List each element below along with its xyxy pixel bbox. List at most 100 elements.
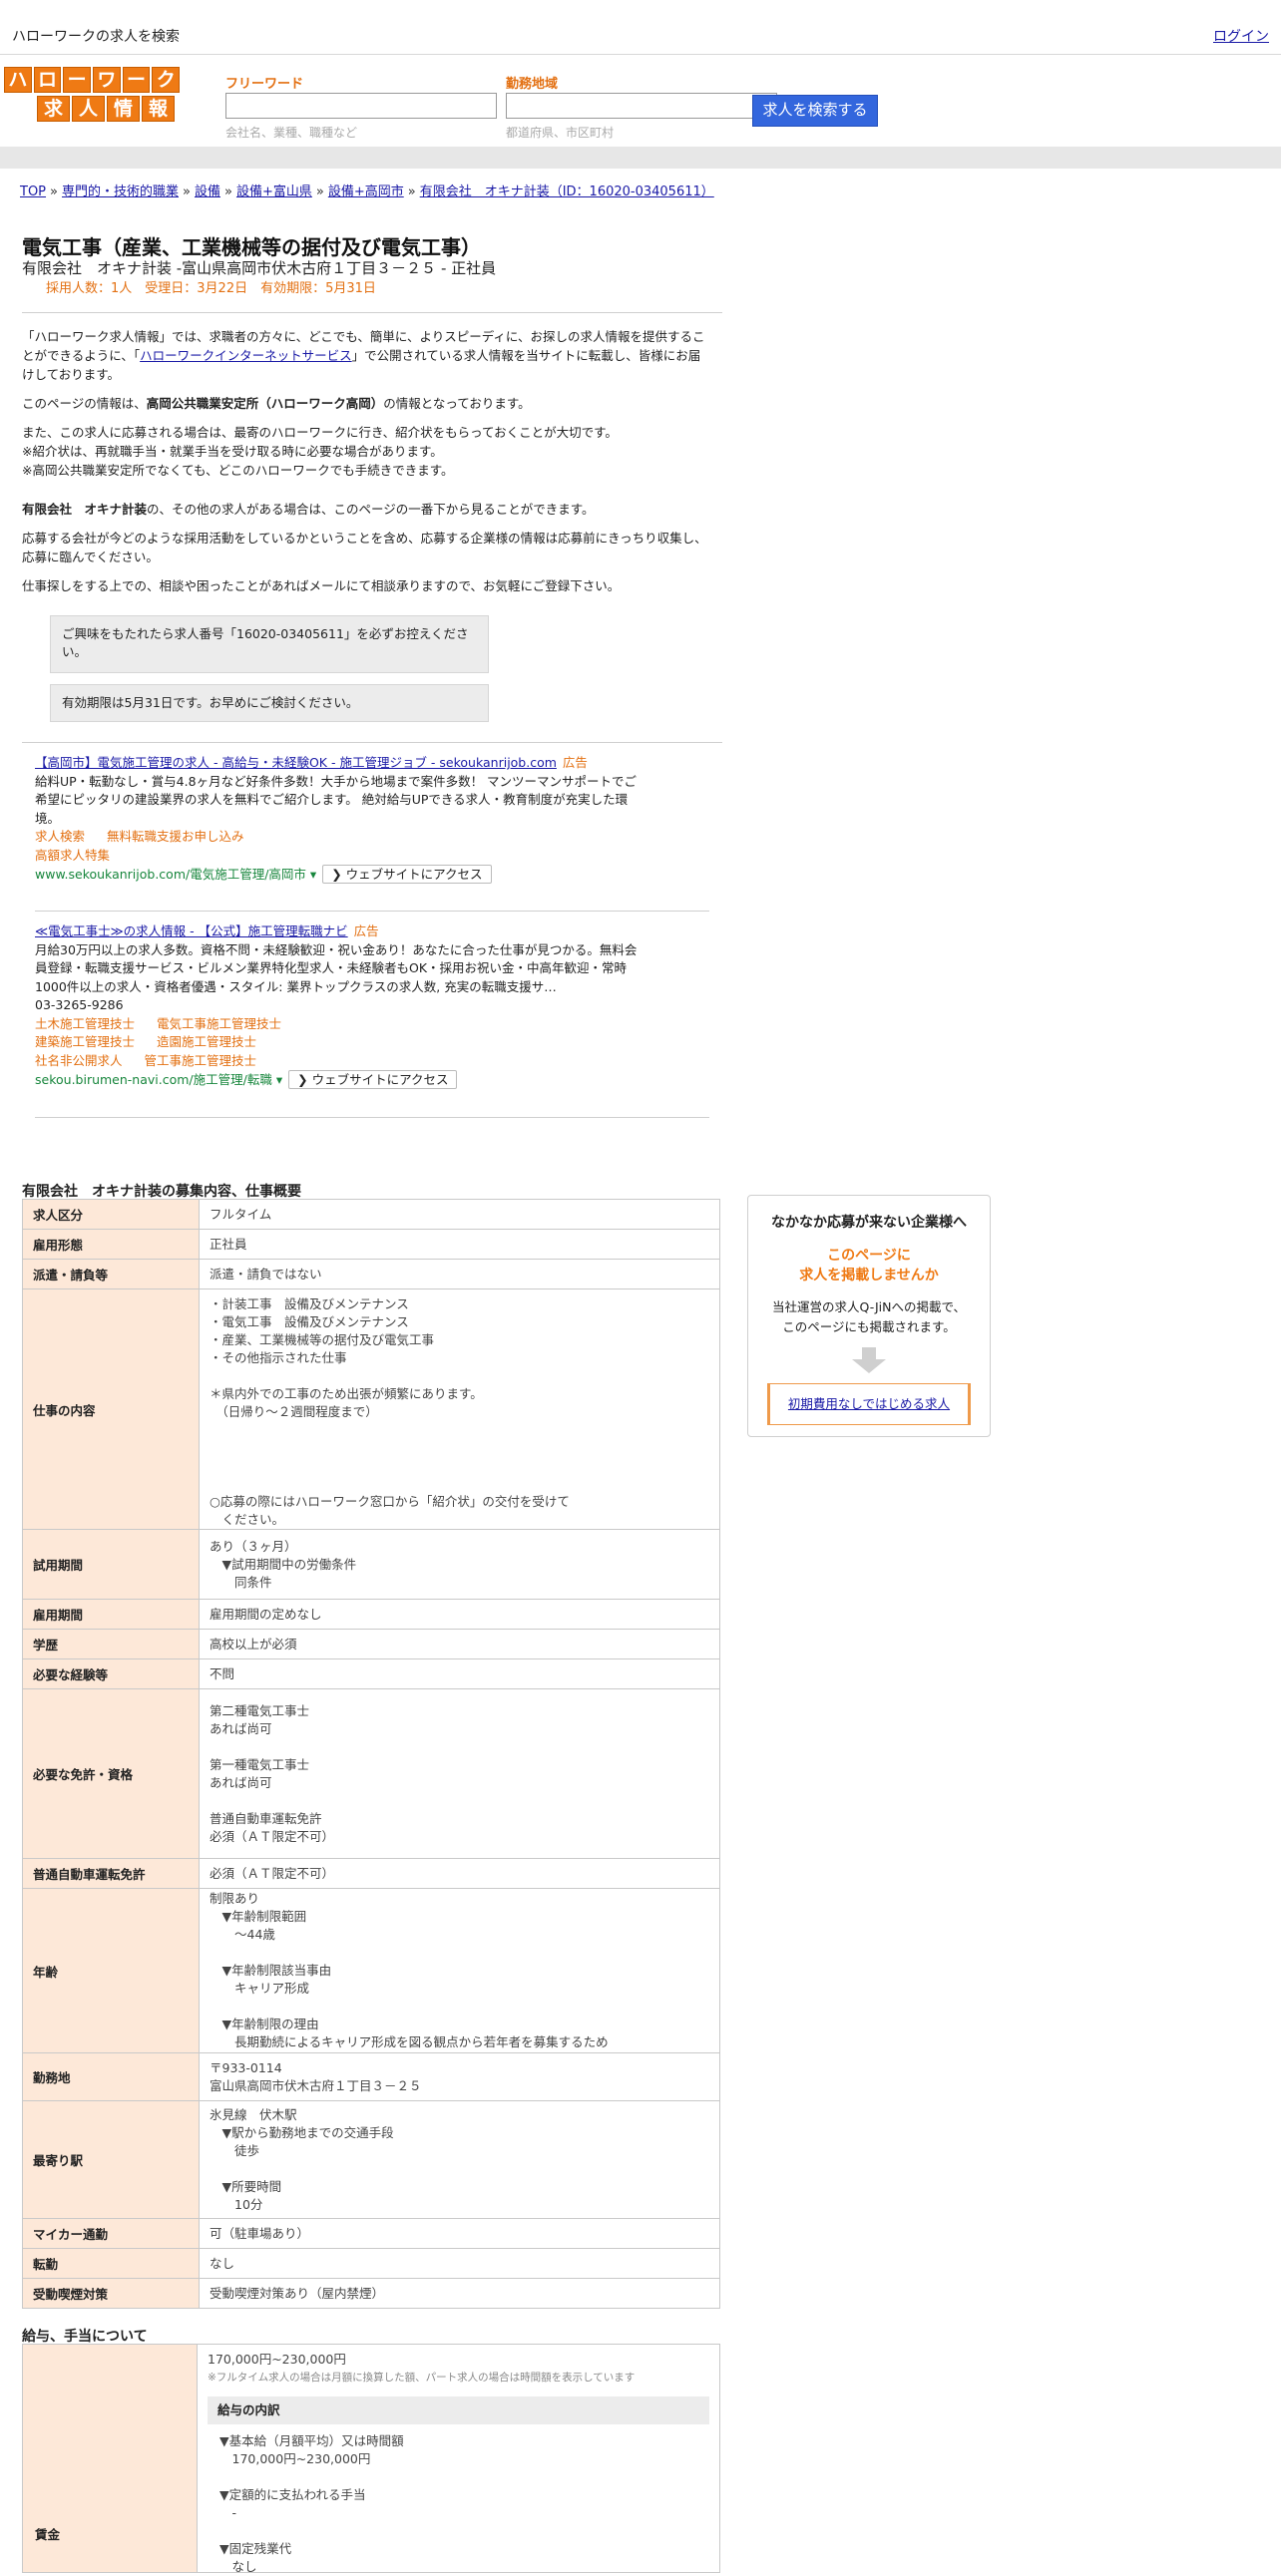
intro-text: 「ハローワーク求人情報」では、求職者の方々に、どこでも、簡単に、よりスピーディに…: [22, 329, 707, 593]
row-label: 普通自動車運転免許: [22, 1858, 200, 1889]
breadcrumb-link[interactable]: 専門的・技術的職業: [62, 184, 179, 199]
hellowork-logo[interactable]: ハローワーク 求人情報: [4, 67, 181, 125]
ad-sitelink[interactable]: 社名非公開求人: [35, 1052, 123, 1071]
ad-sitelink[interactable]: 電気工事施工管理技士: [157, 1015, 281, 1034]
table-row: 必要な免許・資格 第二種電気工事士 あれば尚可 第一種電気工事士 あれば尚可 普通…: [22, 1688, 720, 1859]
table-row: 雇用形態 正社員: [22, 1229, 720, 1260]
ad-visit-button[interactable]: ❯ ウェブサイトにアクセス: [288, 1070, 458, 1089]
table-row: 仕事の内容 ・計装工事 設備及びメンテナンス ・電気工事 設備及びメンテナンス ・…: [22, 1288, 720, 1530]
row-value: 不問: [199, 1658, 720, 1689]
job-detail-table: 求人区分 フルタイム 雇用形態 正社員 派遣・請負等 派遣・請負ではない 仕事の内容 ・計装工…: [22, 1199, 720, 2309]
ad-sitelink[interactable]: 造園施工管理技士: [157, 1033, 256, 1052]
row-label: 受動喫煙対策: [22, 2278, 200, 2309]
row-label: 年齢: [22, 1888, 200, 2053]
deadline-note: 有効期限は5月31日です。お早めにご検討ください。: [50, 684, 489, 722]
row-label: 仕事の内容: [22, 1288, 200, 1530]
row-label: 必要な経験等: [22, 1658, 200, 1689]
top-bar: ハローワークの求人を検索 ログイン: [0, 0, 1281, 55]
logo-char: ー: [63, 67, 92, 93]
salary-breakdown-title: 給与の内訳: [208, 2396, 709, 2424]
site-title: ハローワークの求人を検索: [12, 29, 180, 45]
section-title-salary: 給与、手当について: [22, 2329, 148, 2345]
job-title: 電気工事（産業、工業機械等の据付及び電気工事）: [22, 235, 481, 259]
job-number-note: ご興味をもたれたら求人番号「16020-03405611」を必ずお控えください。: [50, 615, 489, 673]
breadcrumb: TOP» 専門的・技術的職業» 設備» 設備+富山県» 設備+高岡市» 有限会社 オキナ計…: [20, 181, 714, 199]
breadcrumb-separator: »: [183, 184, 191, 199]
dropdown-arrow-icon[interactable]: ▾: [306, 867, 316, 882]
row-label: 転勤: [22, 2248, 200, 2279]
logo-char: ワ: [93, 67, 121, 93]
breadcrumb-link[interactable]: TOP: [20, 184, 46, 199]
ad-sitelink[interactable]: 建築施工管理技士: [35, 1033, 135, 1052]
logo-char: ク: [152, 67, 181, 93]
hellowork-internet-service-link[interactable]: ハローワークインターネットサービス: [140, 348, 352, 363]
section-title-overview: 有限会社 オキナ計装の募集内容、仕事概要: [22, 1184, 301, 1200]
row-value: あり（３ヶ月） ▼試用期間中の労働条件 同条件: [199, 1529, 720, 1600]
arrow-down-icon: [852, 1347, 886, 1373]
free-start-button[interactable]: 初期費用なしではじめる求人: [767, 1383, 971, 1425]
logo-char: ハ: [4, 67, 32, 93]
row-value: フルタイム: [199, 1199, 720, 1230]
row-label: 学歴: [22, 1629, 200, 1659]
ad-url[interactable]: www.sekoukanrijob.com/電気施工管理/高岡市: [35, 867, 306, 882]
promo-catch: このページに 求人を掲載しませんか: [799, 1248, 939, 1284]
row-value: 雇用期間の定めなし: [199, 1599, 720, 1630]
table-row: 普通自動車運転免許 必須（ＡＴ限定不可）: [22, 1858, 720, 1889]
row-value: 〒933-0114 富山県高岡市伏木古府１丁目３－２５: [199, 2052, 720, 2101]
ad-sitelink[interactable]: 高額求人特集: [35, 847, 110, 866]
breadcrumb-link[interactable]: 有限会社 オキナ計装（ID：16020-03405611）: [420, 184, 714, 199]
breadcrumb-link[interactable]: 設備+高岡市: [328, 184, 404, 199]
freeword-label: フリーワード: [225, 77, 304, 92]
area-hint: 都道府県、市区町村: [506, 126, 615, 140]
divider: [35, 1117, 709, 1118]
breadcrumb-separator: »: [315, 184, 324, 199]
breadcrumb-link[interactable]: 設備: [195, 184, 220, 199]
search-button[interactable]: 求人を検索する: [752, 95, 878, 127]
table-row: 転勤 なし: [22, 2248, 720, 2279]
row-label: 求人区分: [22, 1199, 200, 1230]
ad-headline[interactable]: ≪電気工事士≫の求人情報 - 【公式】施工管理転職ナビ: [35, 923, 348, 938]
row-value: なし: [199, 2248, 720, 2279]
table-row: 最寄り駅 氷見線 伏木駅 ▼駅から勤務地までの交通手段 徒歩 ▼所要時間 10分: [22, 2100, 720, 2219]
freeword-input[interactable]: [225, 93, 497, 119]
ad-sitelink[interactable]: 求人検索: [35, 828, 85, 847]
table-row: 年齢 制限あり ▼年齢制限範囲 ～44歳 ▼年齢制限該当事由 キャリア形成 ▼年齢…: [22, 1888, 720, 2053]
logo-char: ー: [122, 67, 151, 93]
row-label: 雇用形態: [22, 1229, 200, 1260]
row-value: 正社員: [199, 1229, 720, 1260]
ad-phone[interactable]: 03-3265-9286: [35, 996, 643, 1015]
area-input[interactable]: [506, 93, 777, 119]
row-label: 勤務地: [22, 2052, 200, 2101]
company-line: 有限会社 オキナ計装 -富山県高岡市伏木古府１丁目３－２５ - 正社員: [22, 259, 497, 277]
row-value: 可（駐車場あり）: [199, 2218, 720, 2249]
ad-sitelink[interactable]: 土木施工管理技士: [35, 1015, 135, 1034]
freeword-hint: 会社名、業種、職種など: [225, 126, 358, 140]
table-row: 受動喫煙対策 受動喫煙対策あり（屋内禁煙）: [22, 2278, 720, 2309]
job-meta: 採用人数：1人 受理日：3月22日 有効期限：5月31日: [46, 281, 376, 296]
divider: [35, 911, 709, 912]
search-header: ハローワーク 求人情報 フリーワード 会社名、業種、職種など 勤務地域 都道府県…: [0, 55, 1281, 145]
row-label: マイカー通勤: [22, 2218, 200, 2249]
breadcrumb-link[interactable]: 設備+富山県: [236, 184, 312, 199]
row-label: 試用期間: [22, 1529, 200, 1600]
ad-sitelink[interactable]: 管工事施工管理技士: [145, 1052, 257, 1071]
breadcrumb-separator: »: [223, 184, 232, 199]
divider-bar: [0, 147, 1281, 169]
table-row: 勤務地 〒933-0114 富山県高岡市伏木古府１丁目３－２５: [22, 2052, 720, 2101]
login-link[interactable]: ログイン: [1213, 26, 1269, 46]
table-row: 派遣・請負等 派遣・請負ではない: [22, 1259, 720, 1289]
ad-sitelink[interactable]: 無料転職支援お申し込み: [107, 828, 244, 847]
ad-headline[interactable]: 【高岡市】電気施工管理の求人 - 高給与・未経験OK - 施工管理ジョブ - s…: [35, 755, 557, 770]
logo-char: 情: [107, 96, 140, 122]
divider: [22, 742, 722, 743]
table-row: 求人区分 フルタイム: [22, 1199, 720, 1230]
logo-char: 報: [142, 96, 175, 122]
ad-visit-button[interactable]: ❯ ウェブサイトにアクセス: [322, 865, 492, 884]
ad-url[interactable]: sekou.birumen-navi.com/施工管理/転職: [35, 1072, 272, 1087]
row-value: 第二種電気工事士 あれば尚可 第一種電気工事士 あれば尚可 普通自動車運転免許 …: [199, 1688, 720, 1859]
ad-description: 月給30万円以上の求人多数。資格不問・未経験歓迎・祝い金あり！あなたに合った仕事…: [35, 941, 638, 994]
ad-tag: 広告: [353, 923, 379, 938]
employer-promo-box: なかなか応募が来ない企業様へ このページに 求人を掲載しませんか 当社運営の求人Q…: [747, 1195, 991, 1437]
dropdown-arrow-icon[interactable]: ▾: [272, 1072, 282, 1087]
row-value: 氷見線 伏木駅 ▼駅から勤務地までの交通手段 徒歩 ▼所要時間 10分: [199, 2100, 720, 2219]
